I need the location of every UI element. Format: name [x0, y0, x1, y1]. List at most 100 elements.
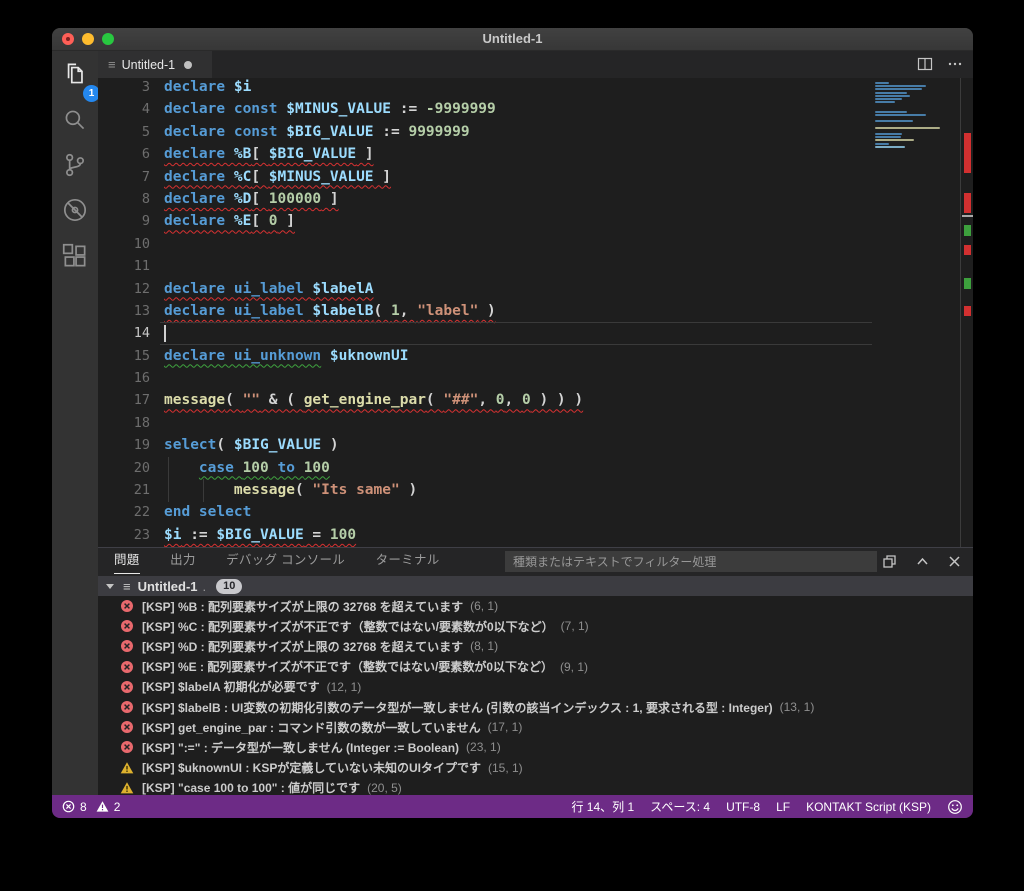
- current-line-highlight: [160, 322, 872, 344]
- feedback-smiley-icon[interactable]: [947, 799, 963, 815]
- more-actions-icon[interactable]: [947, 56, 963, 77]
- code-line[interactable]: 16: [98, 367, 872, 389]
- problem-row[interactable]: [KSP] ":=" : データ型が一致しません (Integer := Boo…: [98, 737, 973, 757]
- code-line[interactable]: 20 case 100 to 100: [98, 457, 872, 479]
- minimap-line: [875, 92, 907, 94]
- tab-problems[interactable]: 問題: [114, 548, 140, 574]
- code-line[interactable]: 7declare %C[ $MINUS_VALUE ]: [98, 166, 872, 188]
- maximize-panel-icon[interactable]: [882, 554, 897, 574]
- text-cursor: [164, 325, 166, 342]
- panel-header: 問題 出力 デバッグ コンソール ターミナル: [98, 548, 973, 576]
- error-icon: [120, 680, 134, 694]
- line-number: 5: [98, 121, 150, 143]
- problem-message: [KSP] ":=" : データ型が一致しません (Integer := Boo…: [142, 739, 459, 756]
- tab-output[interactable]: 出力: [170, 548, 196, 573]
- minimap[interactable]: [872, 78, 960, 547]
- ruler-mark-error: [964, 133, 971, 173]
- problems-filter-input[interactable]: [505, 551, 877, 572]
- language-mode[interactable]: KONTAKT Script (KSP): [806, 800, 931, 814]
- split-editor-icon[interactable]: [917, 56, 933, 77]
- problem-row[interactable]: [KSP] $uknownUI : KSPが定義していない未知のUIタイプです(…: [98, 758, 973, 778]
- code-line[interactable]: 22end select: [98, 501, 872, 523]
- collapse-arrow-icon[interactable]: [106, 584, 114, 589]
- problem-message: [KSP] $labelB : UI変数の初期化引数のデータ型が一致しません (…: [142, 699, 773, 716]
- status-bar: 8 2 行 14、列 1 スペース: 4 UTF-8 LF KONTAKT Sc…: [52, 795, 973, 818]
- problem-row[interactable]: [KSP] %E : 配列要素サイズが不正です（整数ではない/要素数が0以下など…: [98, 657, 973, 677]
- line-number: 9: [98, 210, 150, 232]
- problem-location: (17, 1): [488, 720, 523, 734]
- minimap-line: [875, 82, 889, 84]
- code-line[interactable]: 5declare const $BIG_VALUE := 9999999: [98, 121, 872, 143]
- problem-row[interactable]: [KSP] $labelB : UI変数の初期化引数のデータ型が一致しません (…: [98, 697, 973, 717]
- code-line[interactable]: 10: [98, 233, 872, 255]
- problems-status[interactable]: 8 2: [62, 800, 120, 814]
- ruler-mark-cursor: [962, 215, 973, 217]
- problem-row[interactable]: [KSP] $labelA 初期化が必要です(12, 1): [98, 677, 973, 697]
- tab-terminal[interactable]: ターミナル: [376, 548, 440, 573]
- code-line[interactable]: 12declare ui_label $labelA: [98, 278, 872, 300]
- eol-sequence[interactable]: LF: [776, 800, 790, 814]
- code-line[interactable]: 19select( $BIG_VALUE ): [98, 434, 872, 456]
- problem-row[interactable]: [KSP] get_engine_par : コマンド引数の数が一致していません…: [98, 717, 973, 737]
- code-line[interactable]: 23$i := $BIG_VALUE = 100: [98, 524, 872, 546]
- ruler-mark-error: [964, 193, 971, 213]
- minimap-line: [875, 139, 914, 141]
- overview-ruler: [962, 78, 973, 547]
- line-number: 21: [98, 479, 150, 501]
- line-number: 8: [98, 188, 150, 210]
- line-number: 17: [98, 389, 150, 411]
- search-icon[interactable]: [60, 105, 90, 135]
- debug-icon[interactable]: [60, 195, 90, 225]
- tab-debug-console[interactable]: デバッグ コンソール: [226, 548, 345, 573]
- code-line[interactable]: 8declare %D[ 100000 ]: [98, 188, 872, 210]
- code-line[interactable]: 15 declare ui_unknown $uknownUI: [98, 345, 872, 367]
- source-control-icon[interactable]: [60, 150, 90, 180]
- code-line[interactable]: 3 declare $i: [98, 78, 872, 98]
- problem-message: [KSP] $labelA 初期化が必要です: [142, 678, 320, 695]
- code-text: declare %B[ $BIG_VALUE ]: [164, 143, 374, 165]
- code-line[interactable]: 21 message( "Its same" ): [98, 479, 872, 501]
- problems-file-group[interactable]: ≡ Untitled-1 . 10: [98, 576, 973, 596]
- problems-file-name: Untitled-1: [138, 579, 198, 594]
- code-text: $i := $BIG_VALUE = 100: [164, 524, 356, 546]
- problem-row[interactable]: [KSP] %B : 配列要素サイズが上限の 32768 を超えています(6, …: [98, 596, 973, 616]
- code-text: declare $i: [164, 78, 251, 98]
- code-line[interactable]: 18: [98, 412, 872, 434]
- code-line[interactable]: 17message( "" & ( get_engine_par( "##", …: [98, 389, 872, 411]
- close-panel-icon[interactable]: [948, 555, 961, 573]
- problem-row[interactable]: [KSP] %C : 配列要素サイズが不正です（整数ではない/要素数が0以下など…: [98, 616, 973, 636]
- minimap-line: [875, 146, 905, 148]
- problem-row[interactable]: [KSP] "case 100 to 100" : 値が同じです(20, 5): [98, 778, 973, 795]
- problem-message: [KSP] %C : 配列要素サイズが不正です（整数ではない/要素数が0以下など…: [142, 618, 554, 635]
- code-line[interactable]: 14: [98, 322, 872, 344]
- explorer-icon[interactable]: 1: [60, 59, 90, 89]
- ruler-mark-error: [964, 245, 971, 255]
- problem-row[interactable]: [KSP] %D : 配列要素サイズが上限の 32768 を超えています(8, …: [98, 636, 973, 656]
- extensions-icon[interactable]: [60, 241, 90, 271]
- line-number: 14: [98, 322, 150, 344]
- problem-location: (6, 1): [470, 599, 498, 613]
- line-number: 11: [98, 255, 150, 277]
- code-line[interactable]: 4declare const $MINUS_VALUE := -9999999: [98, 98, 872, 120]
- code-line[interactable]: 9declare %E[ 0 ]: [98, 210, 872, 232]
- code-line[interactable]: 6declare %B[ $BIG_VALUE ]: [98, 143, 872, 165]
- warning-icon: [120, 781, 134, 795]
- cursor-position[interactable]: 行 14、列 1: [571, 798, 634, 815]
- minimap-line: [875, 143, 889, 145]
- code-line[interactable]: 11: [98, 255, 872, 277]
- tab-label: Untitled-1: [122, 58, 176, 72]
- line-number: 10: [98, 233, 150, 255]
- code-text: select( $BIG_VALUE ): [164, 434, 339, 456]
- code-line[interactable]: 13declare ui_label $labelB( 1, "label" ): [98, 300, 872, 322]
- indentation[interactable]: スペース: 4: [650, 798, 710, 815]
- tab-untitled-1[interactable]: ≡ Untitled-1: [98, 51, 212, 78]
- chevron-up-icon[interactable]: [915, 554, 930, 574]
- code-text: declare ui_unknown $uknownUI: [164, 345, 408, 367]
- line-number: 3: [98, 78, 150, 98]
- encoding[interactable]: UTF-8: [726, 800, 760, 814]
- line-number: 15: [98, 345, 150, 367]
- code-text: case 100 to 100: [164, 457, 330, 479]
- code-text: declare const $MINUS_VALUE := -9999999: [164, 98, 496, 120]
- code-editor[interactable]: 3 declare $i4declare const $MINUS_VALUE :…: [98, 78, 973, 547]
- unsaved-dot-icon[interactable]: [184, 61, 192, 69]
